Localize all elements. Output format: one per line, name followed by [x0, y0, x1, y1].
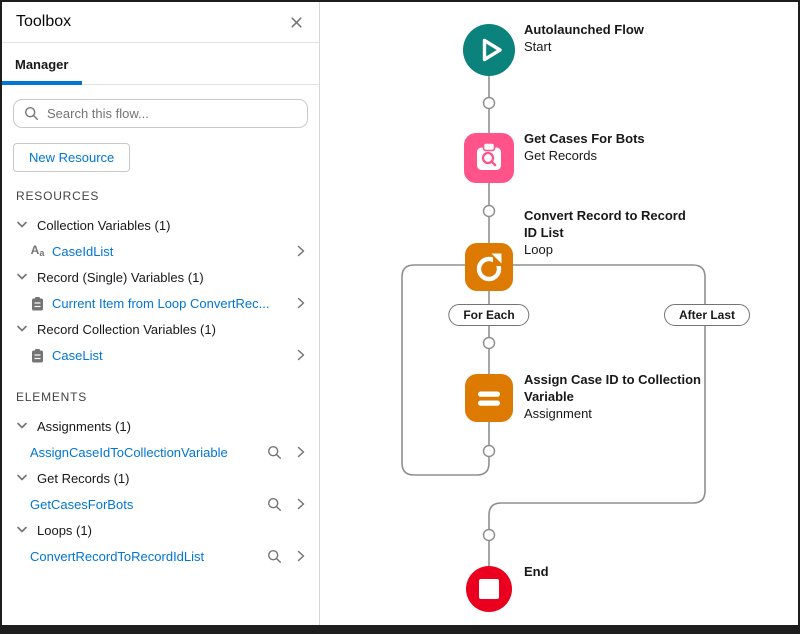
flow-search-box[interactable]	[13, 99, 308, 128]
add-element-button[interactable]	[484, 98, 495, 109]
add-element-button[interactable]	[484, 206, 495, 217]
group-label: Assignments (1)	[37, 419, 131, 434]
group-label: Record (Single) Variables (1)	[37, 270, 204, 285]
toolbox-tabs: Manager	[2, 43, 319, 85]
group-label: Record Collection Variables (1)	[37, 322, 216, 337]
element-link[interactable]: AssignCaseIdToCollectionVariable	[30, 445, 267, 460]
for-each-loopback-connector	[402, 265, 489, 475]
search-icon	[24, 106, 39, 121]
get-records-node-label: Get Cases For Bots Get Records	[524, 130, 702, 164]
chevron-down-icon	[16, 474, 28, 482]
search-input[interactable]	[47, 106, 297, 121]
element-item-getcasesforbots[interactable]: GetCasesForBots	[2, 491, 319, 517]
chevron-down-icon	[16, 273, 28, 281]
chevron-down-icon	[16, 422, 28, 430]
toolbox-header: Toolbox	[2, 2, 319, 43]
tab-manager[interactable]: Manager	[2, 57, 68, 84]
group-assignments[interactable]: Assignments (1)	[2, 413, 319, 439]
group-get-records[interactable]: Get Records (1)	[2, 465, 319, 491]
stop-square-icon	[479, 579, 499, 599]
end-node[interactable]	[466, 566, 512, 617]
after-last-branch-label: After Last	[664, 304, 750, 326]
start-node[interactable]	[463, 24, 515, 81]
resource-item-caselist[interactable]: CaseList	[2, 342, 319, 368]
loop-node[interactable]	[465, 243, 513, 296]
chevron-right-icon[interactable]	[297, 349, 305, 361]
resource-item-current-item[interactable]: Current Item from Loop ConvertRec...	[2, 290, 319, 316]
chevron-down-icon	[16, 221, 28, 229]
resource-link[interactable]: CaseIdList	[52, 244, 297, 259]
new-resource-button[interactable]: New Resource	[13, 143, 130, 172]
group-label: Get Records (1)	[37, 471, 129, 486]
record-variable-icon	[30, 296, 45, 311]
assignment-node-label: Assign Case ID to Collection Variable As…	[524, 371, 702, 422]
element-item-assigncaseid[interactable]: AssignCaseIdToCollectionVariable	[2, 439, 319, 465]
end-node-label: End	[524, 563, 702, 580]
close-icon[interactable]	[288, 14, 305, 31]
element-link[interactable]: GetCasesForBots	[30, 497, 267, 512]
group-record-collection-variables[interactable]: Record Collection Variables (1)	[2, 316, 319, 342]
resource-link[interactable]: CaseList	[52, 348, 297, 363]
chevron-right-icon[interactable]	[297, 550, 305, 562]
group-record-single-variables[interactable]: Record (Single) Variables (1)	[2, 264, 319, 290]
element-item-convertrecord[interactable]: ConvertRecordToRecordIdList	[2, 543, 319, 569]
find-in-canvas-icon[interactable]	[267, 549, 282, 564]
add-element-button[interactable]	[484, 530, 495, 541]
chevron-right-icon[interactable]	[297, 446, 305, 458]
element-link[interactable]: ConvertRecordToRecordIdList	[30, 549, 267, 564]
elements-section-header: ELEMENTS	[16, 390, 319, 404]
add-element-button[interactable]	[484, 338, 495, 349]
resource-link[interactable]: Current Item from Loop ConvertRec...	[52, 296, 297, 311]
chevron-down-icon	[16, 526, 28, 534]
add-element-button[interactable]	[484, 446, 495, 457]
panel-title: Toolbox	[16, 13, 71, 31]
toolbox-panel: Toolbox Manager New Resource RESOURCES C…	[2, 2, 320, 625]
loop-node-label: Convert Record to Record ID List Loop	[524, 207, 702, 258]
group-loops[interactable]: Loops (1)	[2, 517, 319, 543]
chevron-right-icon[interactable]	[297, 498, 305, 510]
for-each-branch-label: For Each	[448, 304, 529, 326]
group-label: Collection Variables (1)	[37, 218, 170, 233]
group-collection-variables[interactable]: Collection Variables (1)	[2, 212, 319, 238]
start-node-label: Autolaunched Flow Start	[524, 21, 702, 55]
flow-builder-window: Toolbox Manager New Resource RESOURCES C…	[0, 0, 800, 634]
find-in-canvas-icon[interactable]	[267, 445, 282, 460]
chevron-right-icon[interactable]	[297, 297, 305, 309]
get-records-node[interactable]	[464, 133, 514, 188]
resource-item-caseidlist[interactable]: Aa CaseIdList	[2, 238, 319, 264]
text-variable-icon: Aa	[30, 244, 45, 258]
chevron-right-icon[interactable]	[297, 245, 305, 257]
group-label: Loops (1)	[37, 523, 92, 538]
assignment-node[interactable]	[465, 374, 513, 427]
chevron-down-icon	[16, 325, 28, 333]
find-in-canvas-icon[interactable]	[267, 497, 282, 512]
active-tab-underline	[2, 81, 82, 85]
record-variable-icon	[30, 348, 45, 363]
flow-canvas[interactable]: Autolaunched Flow Start Get Cases For Bo…	[320, 2, 798, 625]
resources-section-header: RESOURCES	[16, 189, 319, 203]
